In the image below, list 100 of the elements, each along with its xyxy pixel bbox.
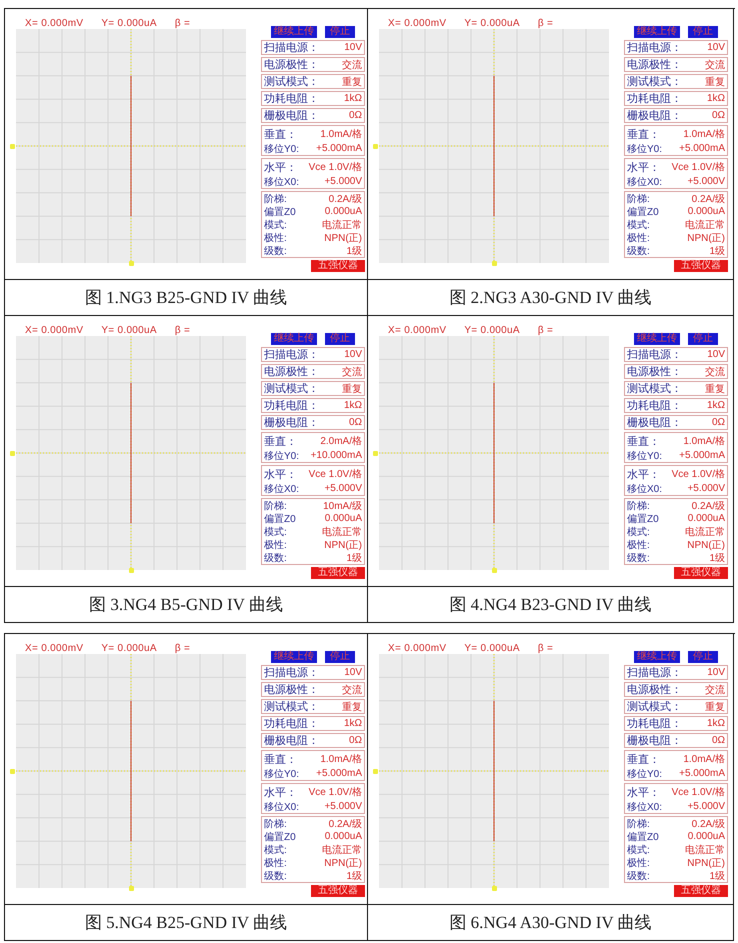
setting-label: 扫描电源：: [627, 348, 682, 362]
setting-label: 水平：: [627, 468, 660, 482]
readout-text: Y= 0.000uA: [101, 18, 157, 28]
setting-value: 2.0mA/格: [320, 434, 362, 448]
marker-icon: [373, 451, 378, 456]
setting-value: 0.2A/级: [328, 818, 362, 830]
setting-value: 重复: [705, 76, 725, 88]
setting-value: 电流正常: [322, 526, 362, 538]
setting-label: 移位X0:: [264, 800, 300, 814]
panel-button[interactable]: 继续上传: [634, 333, 680, 345]
setting-label: 偏置Z0: [264, 512, 296, 526]
panel-button[interactable]: 停止: [325, 333, 355, 345]
marker-icon: [10, 769, 15, 774]
setting-label: 栅极电阻：: [264, 109, 319, 123]
setting-value: 1级: [709, 244, 725, 258]
setting-value: Vce 1.0V/格: [672, 786, 725, 799]
setting-value: 1kΩ: [344, 718, 362, 729]
panel-button[interactable]: 停止: [688, 26, 718, 38]
setting-value: +5.000mA: [316, 143, 362, 154]
setting-label: 水平：: [264, 160, 297, 174]
setting-value: 重复: [342, 700, 362, 714]
setting-value: NPN(正): [324, 538, 362, 552]
panel-button[interactable]: 停止: [325, 26, 355, 38]
panel-button[interactable]: 停止: [325, 651, 355, 663]
setting-value: 重复: [705, 382, 725, 396]
setting-label: 移位Y0:: [627, 450, 662, 462]
setting-label: 偏置Z0: [264, 206, 296, 218]
setting-value: 1.0mA/格: [683, 128, 725, 141]
readout-text: X= 0.000mV: [25, 324, 84, 336]
setting-label: 移位Y0:: [264, 768, 300, 780]
setting-value: 0.2A/级: [692, 192, 725, 206]
marker-icon: [129, 886, 134, 891]
setting-label: 级数:: [264, 552, 287, 564]
setting-value: 电流正常: [322, 218, 362, 232]
setting-label: 电源极性：: [264, 58, 319, 72]
setting-value: +5.000mA: [679, 768, 725, 779]
setting-label: 阶梯:: [264, 818, 287, 830]
setting-label: 模式:: [627, 844, 650, 856]
brand-label: 五强仪器: [674, 567, 728, 579]
setting-label: 极性:: [627, 856, 650, 870]
setting-label: 功耗电阻：: [627, 92, 682, 106]
setting-value: +5.000V: [687, 801, 725, 812]
readout-text: X= 0.000mV: [388, 324, 446, 336]
brand-label: 五强仪器: [311, 885, 365, 897]
setting-value: 0Ω: [712, 417, 725, 428]
readout-text: X= 0.000mV: [388, 642, 446, 654]
setting-value: NPN(正): [687, 232, 725, 244]
panel-button[interactable]: 继续上传: [271, 651, 317, 663]
setting-value: +5.000V: [324, 176, 362, 187]
setting-label: 极性:: [264, 856, 287, 870]
marker-icon: [10, 144, 15, 149]
readout-text: β =: [538, 324, 554, 336]
panel-button[interactable]: 停止: [688, 333, 718, 345]
panel-button[interactable]: 继续上传: [634, 26, 680, 38]
setting-value: 10V: [707, 667, 725, 678]
readout-text: X= 0.000mV: [25, 642, 84, 654]
readout-text: Y= 0.000uA: [464, 324, 520, 336]
setting-label: 水平：: [264, 786, 297, 800]
setting-value: 0Ω: [348, 735, 362, 746]
setting-value: NPN(正): [687, 856, 725, 870]
setting-label: 偏置Z0: [627, 830, 659, 844]
setting-value: 0Ω: [348, 417, 362, 428]
setting-label: 电源极性：: [264, 365, 319, 379]
setting-label: 阶梯:: [264, 192, 287, 206]
setting-value: 1kΩ: [706, 93, 725, 104]
setting-value: 10V: [707, 42, 725, 53]
figure-caption: 图 2.NG3 A30-GND IV 曲线: [449, 287, 652, 309]
setting-value: 1.0mA/格: [683, 434, 725, 448]
setting-value: 电流正常: [322, 844, 362, 856]
setting-label: 测试模式：: [264, 700, 319, 714]
panel-button[interactable]: 继续上传: [634, 651, 680, 663]
setting-label: 测试模式：: [264, 382, 319, 396]
setting-label: 功耗电阻：: [264, 92, 319, 106]
setting-value: 电流正常: [685, 844, 725, 856]
setting-value: 重复: [705, 700, 725, 714]
setting-value: 1kΩ: [344, 400, 362, 411]
setting-label: 测试模式：: [627, 700, 682, 714]
setting-value: 电流正常: [685, 218, 725, 232]
brand-label: 五强仪器: [311, 260, 365, 272]
setting-label: 扫描电源：: [264, 348, 319, 362]
setting-value: 10V: [344, 667, 362, 678]
panel-button[interactable]: 继续上传: [271, 26, 317, 38]
setting-value: NPN(正): [687, 538, 725, 552]
setting-value: Vce 1.0V/格: [308, 468, 362, 481]
setting-label: 移位X0:: [627, 800, 662, 814]
setting-label: 偏置Z0: [627, 206, 659, 218]
panel-button[interactable]: 继续上传: [271, 333, 317, 345]
panel-button[interactable]: 停止: [688, 651, 718, 663]
setting-label: 扫描电源：: [627, 41, 682, 55]
marker-icon: [492, 568, 497, 573]
figure-caption: 图 4.NG4 B23-GND IV 曲线: [449, 594, 652, 616]
setting-label: 垂直：: [627, 128, 660, 142]
readout-text: β =: [538, 18, 554, 28]
setting-label: 功耗电阻：: [627, 717, 682, 731]
setting-label: 功耗电阻：: [627, 399, 682, 413]
setting-label: 极性:: [264, 538, 287, 552]
setting-value: Vce 1.0V/格: [672, 468, 725, 481]
readout-text: Y= 0.000uA: [101, 642, 157, 654]
setting-label: 测试模式：: [627, 75, 682, 89]
setting-label: 栅极电阻：: [627, 734, 682, 748]
